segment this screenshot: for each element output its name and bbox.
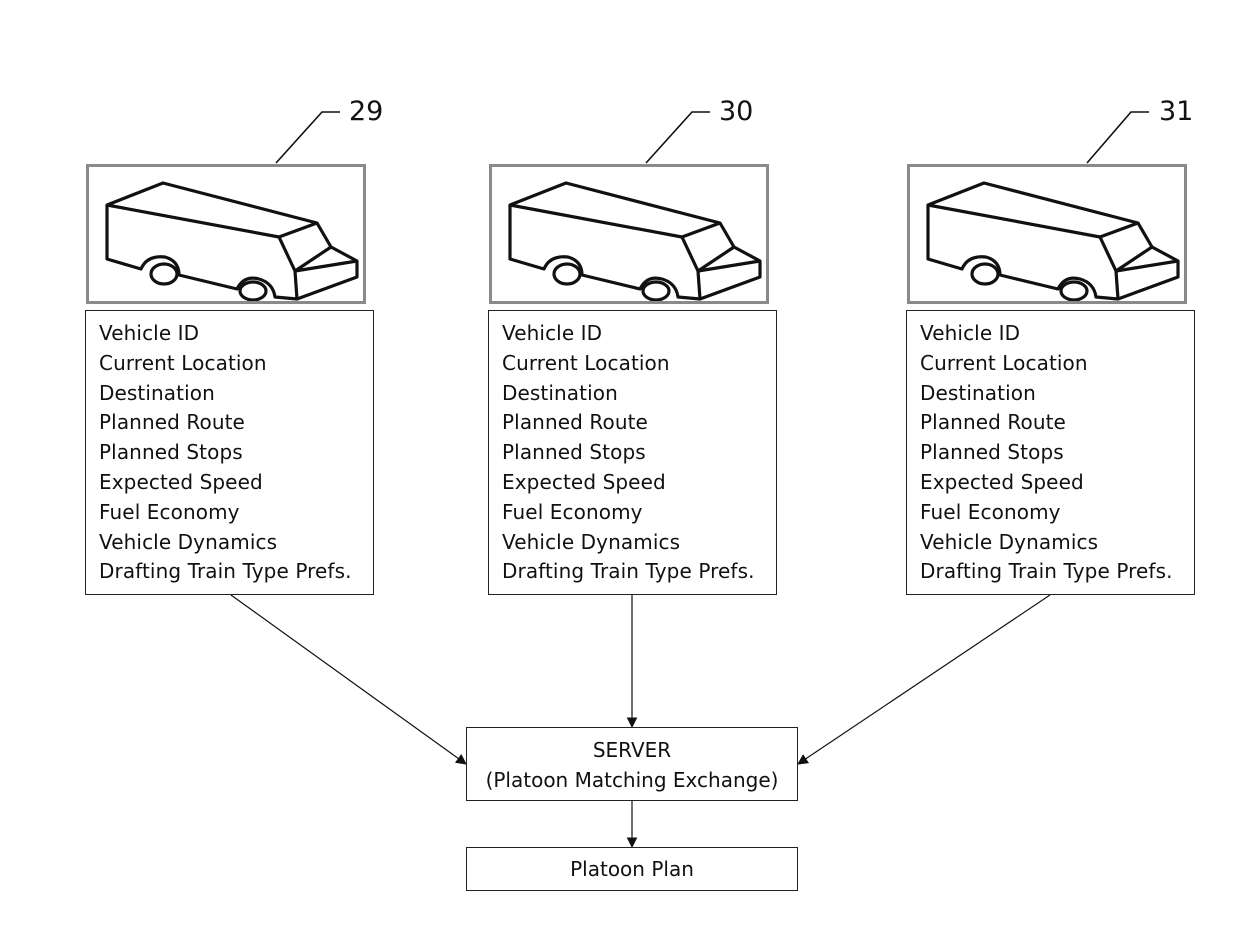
field-current-location: Current Location bbox=[920, 350, 1088, 375]
field-vehicle-id: Vehicle ID bbox=[99, 321, 200, 345]
field-vehicle-dynamics: Vehicle Dynamics bbox=[502, 529, 681, 554]
truck-icon bbox=[508, 181, 762, 302]
field-current-location: Current Location bbox=[502, 350, 670, 375]
server-title: SERVER bbox=[592, 738, 672, 762]
platoon-plan-label: Platoon Plan bbox=[570, 857, 694, 881]
field-drafting-prefs: Drafting Train Type Prefs. bbox=[99, 559, 352, 584]
vehicle-info-box: Vehicle ID Current Location Destination … bbox=[488, 310, 777, 595]
field-planned-route: Planned Route bbox=[502, 410, 648, 435]
reference-numeral-29: 29 bbox=[349, 96, 384, 127]
field-vehicle-dynamics: Vehicle Dynamics bbox=[920, 529, 1099, 554]
field-vehicle-id: Vehicle ID bbox=[920, 321, 1021, 345]
field-drafting-prefs: Drafting Train Type Prefs. bbox=[502, 559, 755, 584]
field-fuel-economy: Fuel Economy bbox=[920, 499, 1061, 524]
server-subtitle: (Platoon Matching Exchange) bbox=[485, 768, 779, 792]
leader-line-29 bbox=[275, 111, 340, 164]
field-drafting-prefs: Drafting Train Type Prefs. bbox=[920, 559, 1173, 584]
field-current-location: Current Location bbox=[99, 350, 267, 375]
truck-icon bbox=[105, 181, 359, 302]
reference-numeral-30: 30 bbox=[719, 96, 754, 127]
arrow-vehicle-31-to-server bbox=[797, 594, 1051, 765]
field-planned-route: Planned Route bbox=[99, 410, 245, 435]
leader-line-30 bbox=[645, 111, 710, 164]
field-destination: Destination bbox=[502, 380, 618, 405]
platoon-plan-box: Platoon Plan bbox=[466, 847, 798, 891]
field-destination: Destination bbox=[99, 380, 215, 405]
field-planned-stops: Planned Stops bbox=[920, 440, 1064, 465]
field-expected-speed: Expected Speed bbox=[99, 469, 263, 494]
truck-image-frame bbox=[86, 164, 366, 304]
field-fuel-economy: Fuel Economy bbox=[99, 499, 240, 524]
field-destination: Destination bbox=[920, 380, 1036, 405]
field-vehicle-dynamics: Vehicle Dynamics bbox=[99, 529, 278, 554]
field-expected-speed: Expected Speed bbox=[502, 469, 666, 494]
vehicle-info-box: Vehicle ID Current Location Destination … bbox=[906, 310, 1195, 595]
field-fuel-economy: Fuel Economy bbox=[502, 499, 643, 524]
field-vehicle-id: Vehicle ID bbox=[502, 321, 603, 345]
truck-icon bbox=[926, 181, 1180, 302]
leader-line-31 bbox=[1086, 111, 1149, 164]
server-box: SERVER (Platoon Matching Exchange) bbox=[466, 727, 798, 801]
arrow-vehicle-29-to-server bbox=[230, 594, 467, 765]
reference-numeral-31: 31 bbox=[1159, 96, 1194, 127]
truck-image-frame bbox=[489, 164, 769, 304]
truck-image-frame bbox=[907, 164, 1187, 304]
vehicle-info-box: Vehicle ID Current Location Destination … bbox=[85, 310, 374, 595]
field-expected-speed: Expected Speed bbox=[920, 469, 1084, 494]
field-planned-route: Planned Route bbox=[920, 410, 1066, 435]
field-planned-stops: Planned Stops bbox=[99, 440, 243, 465]
field-planned-stops: Planned Stops bbox=[502, 440, 646, 465]
